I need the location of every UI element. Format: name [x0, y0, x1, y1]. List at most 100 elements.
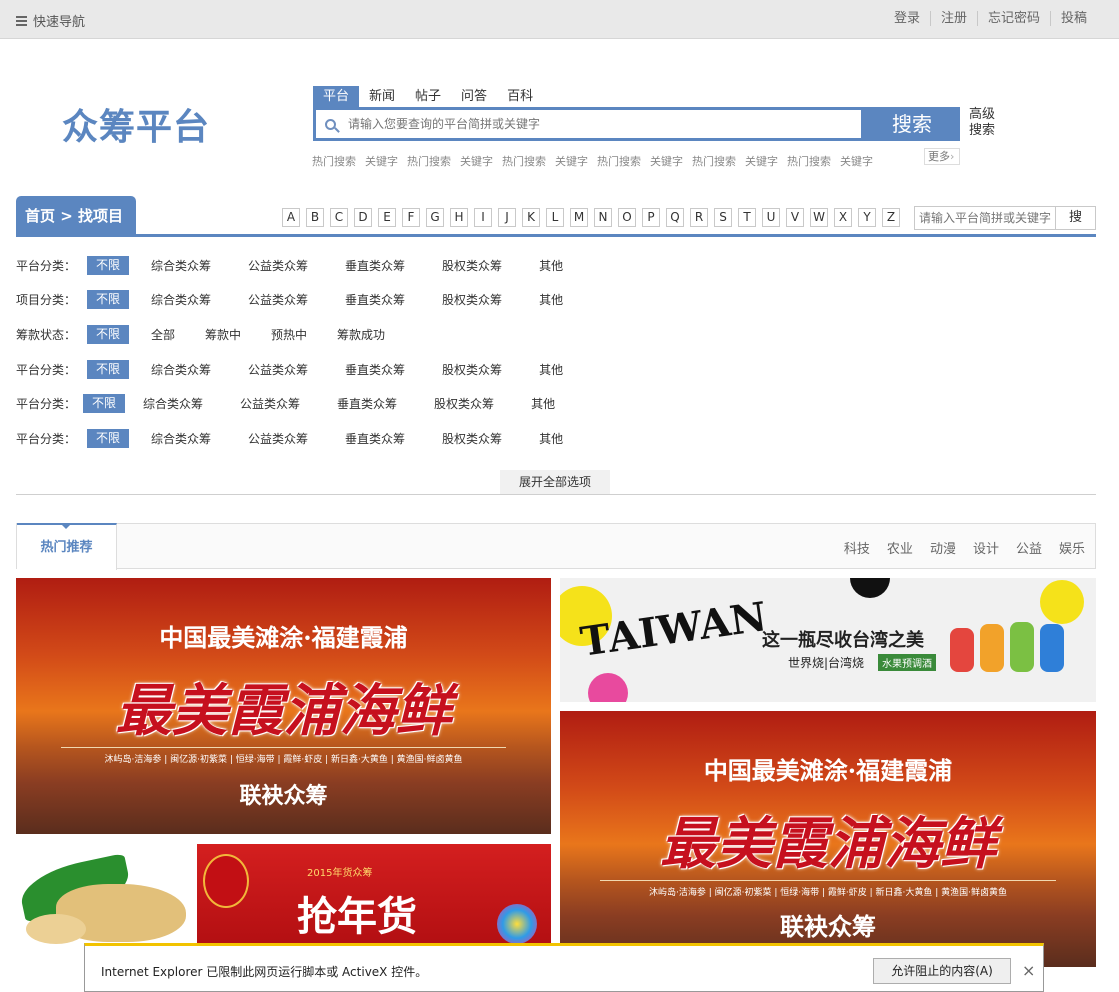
- hot-search-item[interactable]: 关键字: [745, 153, 778, 169]
- filter-option[interactable]: 筹款中: [205, 326, 241, 343]
- letter-filter[interactable]: S: [714, 208, 732, 227]
- site-logo[interactable]: 众筹平台: [62, 98, 210, 150]
- hot-search-item[interactable]: 关键字: [555, 153, 588, 169]
- filter-option[interactable]: 综合类众筹: [151, 257, 211, 274]
- filter-option[interactable]: 其他: [531, 395, 555, 412]
- filter-option-selected[interactable]: 不限: [87, 428, 129, 448]
- letter-filter[interactable]: A: [282, 208, 300, 227]
- letter-filter[interactable]: D: [354, 208, 372, 227]
- letter-filter[interactable]: J: [498, 208, 516, 227]
- hot-search-item[interactable]: 关键字: [460, 153, 493, 169]
- letter-filter[interactable]: P: [642, 208, 660, 227]
- filter-option[interactable]: 公益类众筹: [248, 430, 308, 447]
- letter-filter[interactable]: G: [426, 208, 444, 227]
- filter-option[interactable]: 其他: [539, 291, 563, 308]
- letter-filter[interactable]: R: [690, 208, 708, 227]
- hot-search-item[interactable]: 关键字: [365, 153, 398, 169]
- breadcrumb[interactable]: 首页 > 找项目: [16, 196, 136, 237]
- search-tab-platform[interactable]: 平台: [313, 86, 360, 107]
- letter-filter[interactable]: Y: [858, 208, 876, 227]
- letter-filter[interactable]: X: [834, 208, 852, 227]
- filter-option[interactable]: 综合类众筹: [151, 361, 211, 378]
- register-link[interactable]: 注册: [929, 11, 977, 26]
- submit-article-link[interactable]: 投稿: [1049, 11, 1097, 26]
- letter-filter[interactable]: V: [786, 208, 804, 227]
- letter-filter[interactable]: N: [594, 208, 612, 227]
- hot-search-item[interactable]: 关键字: [840, 153, 873, 169]
- filter-option-selected[interactable]: 不限: [87, 289, 129, 309]
- tab-entertainment[interactable]: 娱乐: [1059, 538, 1085, 557]
- filter-option[interactable]: 公益类众筹: [248, 291, 308, 308]
- filter-option[interactable]: 预热中: [271, 326, 307, 343]
- filter-option[interactable]: 股权类众筹: [434, 395, 494, 412]
- hot-search-item[interactable]: 关键字: [650, 153, 683, 169]
- hot-search-item[interactable]: 热门搜索: [787, 153, 831, 169]
- filter-option[interactable]: 股权类众筹: [442, 361, 502, 378]
- filter-option[interactable]: 其他: [539, 430, 563, 447]
- filter-option[interactable]: 公益类众筹: [240, 395, 300, 412]
- letter-filter[interactable]: Z: [882, 208, 900, 227]
- banner-seafood-left[interactable]: 中国最美滩涂·福建霞浦 最美霞浦海鲜 沐屿岛·洁海参 | 闽亿源·初紫菜 | 恒…: [16, 578, 551, 834]
- letter-filter[interactable]: C: [330, 208, 348, 227]
- more-hot-search-button[interactable]: 更多›: [924, 148, 960, 165]
- filter-option[interactable]: 股权类众筹: [442, 430, 502, 447]
- filter-option[interactable]: 综合类众筹: [151, 430, 211, 447]
- platform-search-input[interactable]: [915, 207, 1055, 229]
- filter-option[interactable]: 全部: [151, 326, 175, 343]
- filter-option[interactable]: 垂直类众筹: [345, 430, 405, 447]
- letter-filter[interactable]: M: [570, 208, 588, 227]
- hot-search-item[interactable]: 热门搜索: [407, 153, 451, 169]
- tab-anime[interactable]: 动漫: [930, 538, 956, 557]
- filter-option[interactable]: 综合类众筹: [151, 291, 211, 308]
- tab-charity[interactable]: 公益: [1016, 538, 1042, 557]
- filter-option-selected[interactable]: 不限: [87, 255, 129, 275]
- filter-option[interactable]: 综合类众筹: [143, 395, 203, 412]
- quick-nav-menu[interactable]: 快速导航: [16, 11, 85, 30]
- banner-new-year[interactable]: 2015年货众筹 抢年货: [197, 844, 551, 944]
- filter-option[interactable]: 其他: [539, 361, 563, 378]
- advanced-search-link[interactable]: 高级 搜索: [969, 107, 999, 139]
- hot-search-item[interactable]: 热门搜索: [597, 153, 641, 169]
- search-button[interactable]: 搜索: [864, 107, 960, 141]
- letter-filter[interactable]: Q: [666, 208, 684, 227]
- filter-option[interactable]: 垂直类众筹: [337, 395, 397, 412]
- letter-filter[interactable]: U: [762, 208, 780, 227]
- search-input[interactable]: [336, 111, 861, 137]
- filter-option[interactable]: 垂直类众筹: [345, 257, 405, 274]
- filter-option-selected[interactable]: 不限: [87, 359, 129, 379]
- letter-filter[interactable]: O: [618, 208, 636, 227]
- letter-filter[interactable]: H: [450, 208, 468, 227]
- banner-ginger[interactable]: [16, 844, 188, 944]
- letter-filter[interactable]: K: [522, 208, 540, 227]
- search-tab-news[interactable]: 新闻: [359, 86, 405, 107]
- search-tab-posts[interactable]: 帖子: [405, 86, 451, 107]
- expand-all-options-button[interactable]: 展开全部选项: [500, 470, 610, 494]
- hot-search-item[interactable]: 热门搜索: [502, 153, 546, 169]
- forgot-password-link[interactable]: 忘记密码: [976, 11, 1050, 26]
- login-link[interactable]: 登录: [884, 11, 930, 26]
- letter-filter[interactable]: T: [738, 208, 756, 227]
- filter-option-selected[interactable]: 不限: [87, 324, 129, 344]
- tab-design[interactable]: 设计: [973, 538, 999, 557]
- letter-filter[interactable]: I: [474, 208, 492, 227]
- tab-hot-recommend[interactable]: 热门推荐: [17, 523, 117, 570]
- tab-tech[interactable]: 科技: [844, 538, 870, 557]
- letter-filter[interactable]: W: [810, 208, 828, 227]
- letter-filter[interactable]: F: [402, 208, 420, 227]
- tab-agriculture[interactable]: 农业: [887, 538, 913, 557]
- filter-option[interactable]: 垂直类众筹: [345, 361, 405, 378]
- hot-search-item[interactable]: 热门搜索: [312, 153, 356, 169]
- letter-filter[interactable]: B: [306, 208, 324, 227]
- filter-option-selected[interactable]: 不限: [83, 393, 125, 413]
- allow-blocked-content-button[interactable]: 允许阻止的内容(A): [873, 958, 1011, 984]
- search-tab-wiki[interactable]: 百科: [497, 86, 543, 107]
- letter-filter[interactable]: E: [378, 208, 396, 227]
- filter-option[interactable]: 垂直类众筹: [345, 291, 405, 308]
- search-tab-qa[interactable]: 问答: [451, 86, 497, 107]
- filter-option[interactable]: 公益类众筹: [248, 361, 308, 378]
- banner-taiwan[interactable]: TAIWAN 这一瓶尽收台湾之美 世界烧|台湾烧 水果预调酒: [560, 578, 1096, 702]
- filter-option[interactable]: 公益类众筹: [248, 257, 308, 274]
- filter-option[interactable]: 筹款成功: [337, 326, 385, 343]
- filter-option[interactable]: 股权类众筹: [442, 291, 502, 308]
- letter-filter[interactable]: L: [546, 208, 564, 227]
